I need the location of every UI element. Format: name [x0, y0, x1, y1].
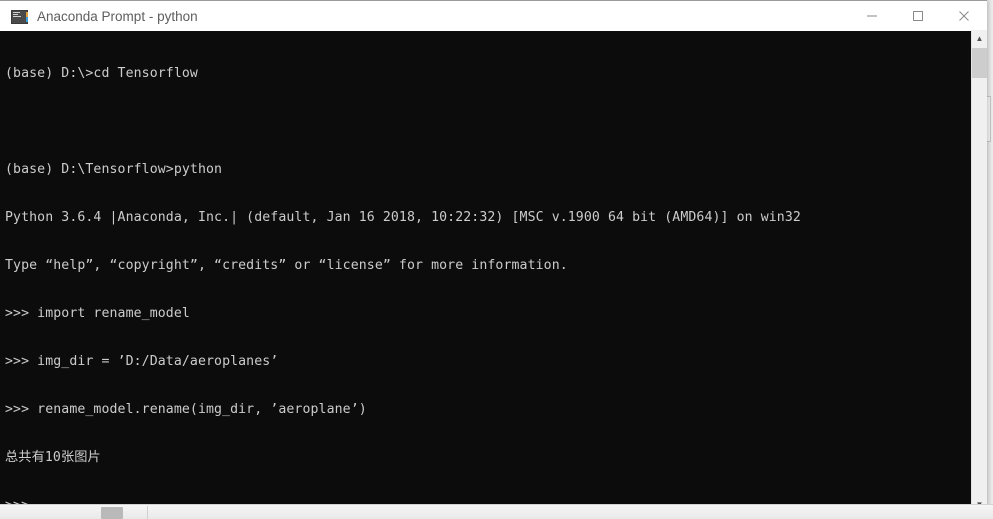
- console-line: (base) D:\Tensorflow>python: [5, 162, 223, 177]
- scrollbar-thumb[interactable]: [972, 48, 987, 78]
- console-text: (base) D:\>cd Tensorflow (base) D:\Tenso…: [5, 34, 955, 519]
- console-line: Python 3.6.4 |Anaconda, Inc.| (default, …: [5, 210, 801, 225]
- console-output-area[interactable]: (base) D:\>cd Tensorflow (base) D:\Tenso…: [0, 31, 987, 519]
- maximize-button[interactable]: [895, 1, 941, 31]
- vertical-scrollbar[interactable]: ▲ ▼: [971, 30, 987, 513]
- console-icon: [11, 9, 28, 24]
- taskbar-button[interactable]: [101, 507, 123, 519]
- window-title: Anaconda Prompt - python: [37, 8, 198, 24]
- scroll-up-icon[interactable]: ▲: [972, 30, 987, 47]
- taskbar: [0, 504, 993, 519]
- console-line: Type “help”, “copyright”, “credits” or “…: [5, 258, 568, 273]
- console-line: >>> import rename_model: [5, 306, 190, 321]
- minimize-button[interactable]: [849, 1, 895, 31]
- window-controls: [849, 1, 987, 31]
- console-line: >>> rename_model.rename(img_dir, ’aeropl…: [5, 402, 367, 417]
- screen: Anaconda Prompt - python (base) D:\>cd T…: [0, 0, 993, 519]
- console-line: (base) D:\>cd Tensorflow: [5, 66, 198, 81]
- anaconda-prompt-window: Anaconda Prompt - python (base) D:\>cd T…: [0, 0, 987, 519]
- console-line: >>> img_dir = ’D:/Data/aeroplanes’: [5, 354, 279, 369]
- close-button[interactable]: [941, 1, 987, 31]
- taskbar-separator: [147, 506, 148, 519]
- title-bar[interactable]: Anaconda Prompt - python: [0, 0, 987, 31]
- console-line: 总共有10张图片: [5, 450, 101, 465]
